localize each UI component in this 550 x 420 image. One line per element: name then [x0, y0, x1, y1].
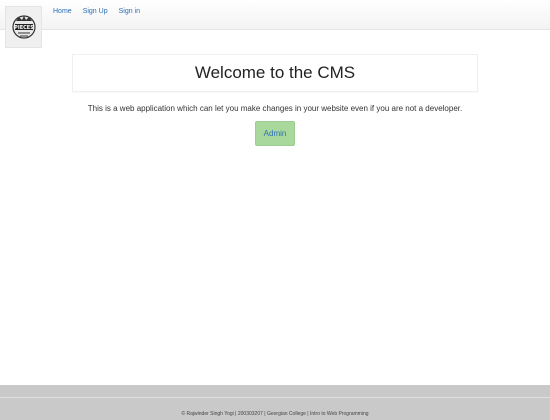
admin-button[interactable]: Admin	[255, 121, 295, 146]
logo-emblem-icon: PIECES	[11, 15, 36, 39]
nav-link-home[interactable]: Home	[53, 7, 72, 17]
nav-link-sign-up[interactable]: Sign Up	[83, 7, 108, 17]
logo-text: PIECES	[14, 25, 34, 31]
page-title: Welcome to the CMS	[194, 63, 356, 82]
page: PIECES Home Sign Up Sign in Welcome to t…	[0, 0, 550, 420]
nav-link-sign-in[interactable]: Sign in	[119, 7, 140, 17]
footer: © Rajwinder Singh Yogi | 200303207 | Geo…	[0, 385, 550, 420]
footer-divider	[0, 397, 550, 398]
top-navbar: PIECES Home Sign Up Sign in	[0, 0, 550, 48]
nav-links: Home Sign Up Sign in	[53, 7, 151, 17]
site-logo[interactable]: PIECES	[5, 6, 42, 48]
intro-text: This is a web application which can let …	[87, 104, 463, 113]
footer-text: © Rajwinder Singh Yogi | 200303207 | Geo…	[181, 411, 369, 417]
welcome-panel: Welcome to the CMS	[72, 54, 478, 92]
